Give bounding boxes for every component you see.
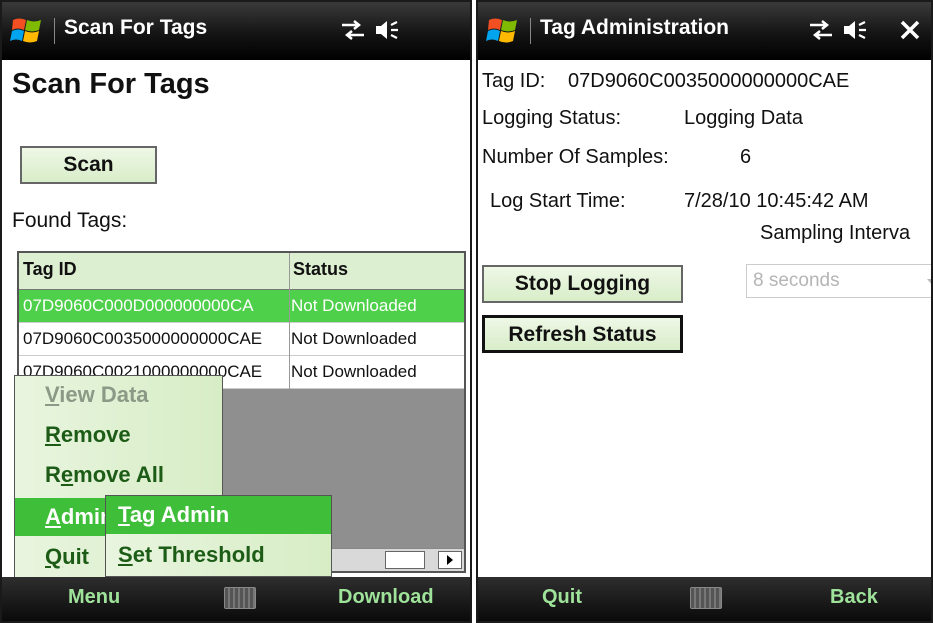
log-start-value: 7/28/10 10:45:42 AM bbox=[684, 190, 869, 212]
tag-id-cell: 07D9060C0035000000000CAE bbox=[23, 329, 263, 348]
page-title: Scan For Tags bbox=[12, 68, 210, 100]
table-row[interactable]: 07D9060C0035000000000CAE Not Downloaded bbox=[19, 323, 464, 356]
submenu-item-set-threshold[interactable]: Set Threshold bbox=[106, 536, 331, 574]
menu-item-accelerator: A bbox=[45, 504, 61, 529]
menu-item-label-prefix: R bbox=[45, 462, 61, 487]
admin-submenu: Tag Admin Set Threshold bbox=[105, 495, 332, 577]
menu-item-accelerator: T bbox=[118, 502, 130, 527]
status-cell: Not Downloaded bbox=[291, 362, 417, 381]
menu-item-accelerator: V bbox=[45, 382, 60, 407]
tag-administration-screen: Tag Administration Tag ID: 07D9060C00350… bbox=[476, 0, 933, 623]
windows-start-icon[interactable] bbox=[486, 14, 520, 48]
logging-status-label: Logging Status: bbox=[482, 107, 621, 129]
menu-item-remove[interactable]: Remove bbox=[15, 416, 222, 454]
tag-id-label: Tag ID: bbox=[482, 70, 546, 92]
windows-start-icon[interactable] bbox=[10, 14, 44, 48]
download-softkey[interactable]: Download bbox=[338, 586, 434, 609]
window-title: Tag Administration bbox=[540, 16, 729, 39]
scroll-right-button[interactable] bbox=[438, 551, 462, 569]
stop-logging-button[interactable]: Stop Logging bbox=[482, 265, 683, 303]
tag-id-value: 07D9060C0035000000000CAE bbox=[568, 70, 850, 92]
menu-item-label: uit bbox=[62, 544, 90, 569]
speaker-icon[interactable] bbox=[842, 18, 870, 42]
keyboard-icon[interactable] bbox=[224, 587, 256, 609]
menu-softkey[interactable]: Menu bbox=[68, 586, 120, 609]
samples-label: Number Of Samples: bbox=[482, 146, 669, 168]
connectivity-icon[interactable] bbox=[340, 18, 366, 42]
status-cell: Not Downloaded bbox=[291, 296, 417, 315]
back-softkey[interactable]: Back bbox=[830, 586, 878, 609]
menu-item-accelerator: S bbox=[118, 542, 133, 567]
refresh-status-button[interactable]: Refresh Status bbox=[482, 315, 683, 353]
connectivity-icon[interactable] bbox=[808, 18, 834, 42]
window-title: Scan For Tags bbox=[64, 16, 208, 39]
log-start-label: Log Start Time: bbox=[490, 190, 626, 212]
sampling-interval-label: Sampling Interva bbox=[760, 222, 911, 244]
scrollbar-thumb[interactable] bbox=[385, 551, 425, 569]
softkey-bar: Menu Download bbox=[2, 577, 470, 621]
column-header-status[interactable]: Status bbox=[293, 259, 348, 280]
logging-status-value: Logging Data bbox=[684, 107, 803, 129]
tag-id-cell: 07D9060C000D000000000CA bbox=[23, 296, 254, 315]
close-icon[interactable] bbox=[898, 18, 922, 42]
title-separator bbox=[530, 18, 531, 44]
title-bar: Tag Administration bbox=[478, 2, 931, 60]
table-row[interactable]: 07D9060C000D000000000CA Not Downloaded bbox=[19, 290, 464, 323]
found-tags-label: Found Tags: bbox=[12, 209, 128, 232]
scan-for-tags-screen: Scan For Tags Scan For Tags Scan Found T… bbox=[0, 0, 472, 623]
title-separator bbox=[54, 18, 55, 44]
quit-softkey[interactable]: Quit bbox=[542, 586, 582, 609]
menu-item-label: ag Admin bbox=[129, 502, 230, 527]
softkey-bar: Quit Back bbox=[478, 577, 931, 621]
samples-value: 6 bbox=[740, 146, 752, 168]
scan-button[interactable]: Scan bbox=[20, 146, 157, 184]
menu-item-label: move All bbox=[73, 462, 165, 487]
menu-item-remove-all[interactable]: Remove All bbox=[15, 456, 222, 494]
menu-item-label: iew Data bbox=[59, 382, 149, 407]
chevron-down-icon bbox=[927, 279, 931, 285]
sampling-interval-dropdown[interactable]: 8 seconds bbox=[746, 264, 931, 298]
keyboard-icon[interactable] bbox=[690, 587, 722, 609]
status-cell: Not Downloaded bbox=[291, 329, 417, 348]
menu-item-accelerator: R bbox=[45, 422, 61, 447]
column-divider bbox=[289, 253, 290, 389]
speaker-icon[interactable] bbox=[374, 18, 402, 42]
table-header: Tag ID Status bbox=[19, 253, 464, 290]
dropdown-value: 8 seconds bbox=[753, 270, 840, 291]
menu-item-view-data[interactable]: View Data bbox=[15, 376, 222, 414]
column-header-tag-id[interactable]: Tag ID bbox=[23, 259, 77, 280]
title-bar: Scan For Tags bbox=[2, 2, 470, 60]
menu-item-label: et Threshold bbox=[132, 542, 265, 567]
submenu-item-tag-admin[interactable]: Tag Admin bbox=[106, 496, 331, 534]
menu-item-accelerator: e bbox=[60, 462, 74, 487]
menu-item-accelerator: Q bbox=[45, 544, 63, 569]
menu-item-label: emove bbox=[60, 422, 131, 447]
chevron-right-icon bbox=[447, 555, 453, 565]
